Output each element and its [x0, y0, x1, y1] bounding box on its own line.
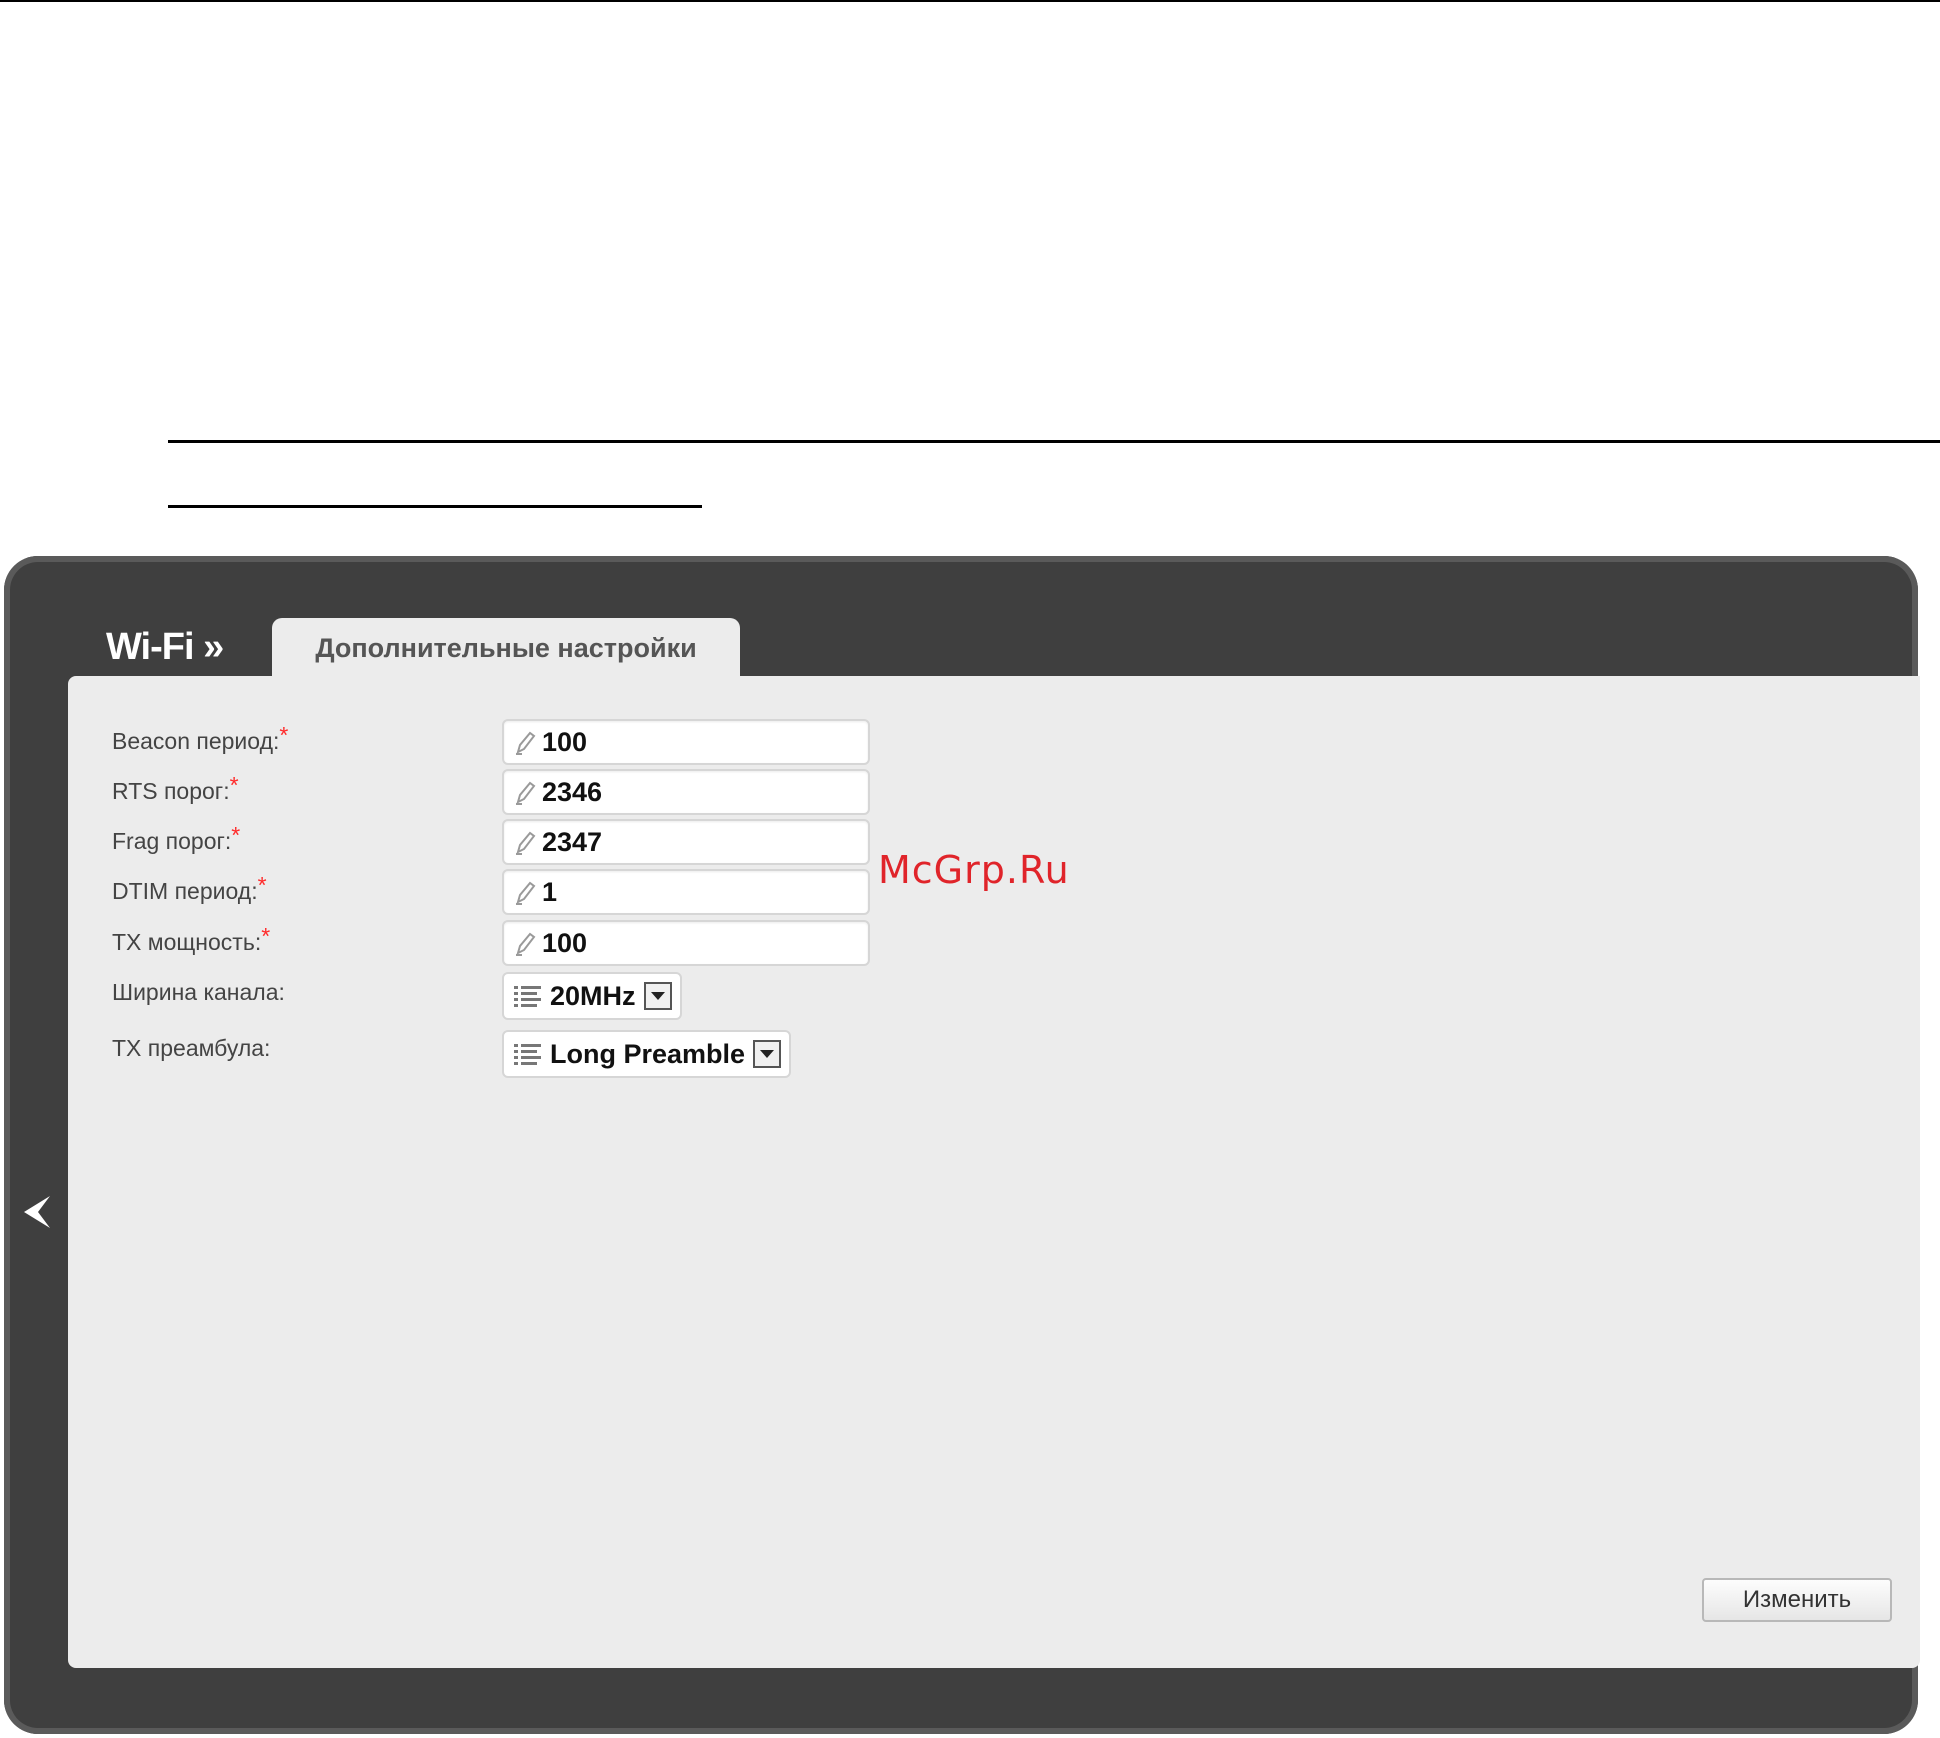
- document-rule-2: [168, 505, 702, 508]
- apply-button[interactable]: Изменить: [1702, 1578, 1892, 1622]
- required-mark: *: [261, 923, 271, 949]
- label-tx-preamble: TX преамбула:: [112, 1035, 271, 1061]
- tx-preamble-value: Long Preamble: [550, 1038, 746, 1069]
- list-icon: [514, 1044, 541, 1065]
- required-mark: *: [231, 822, 241, 848]
- watermark: McGrp.Ru: [878, 848, 1070, 892]
- beacon-period-input[interactable]: [542, 726, 842, 758]
- tx-power-input[interactable]: [542, 927, 842, 959]
- pencil-icon: [516, 731, 536, 755]
- breadcrumb-wifi[interactable]: Wi-Fi »: [106, 626, 224, 669]
- tx-preamble-select[interactable]: Long Preamble: [502, 1030, 792, 1078]
- settings-panel: [68, 676, 1920, 1668]
- label-channel-width: Ширина канала:: [112, 979, 285, 1005]
- label-tx-power: TX мощность:*: [112, 923, 271, 955]
- channel-width-select[interactable]: 20MHz: [502, 972, 682, 1020]
- label-dtim-period: DTIM период:*: [112, 872, 267, 904]
- dtim-period-input[interactable]: [542, 876, 842, 908]
- label-frag-threshold: Frag порог:*: [112, 822, 241, 854]
- list-icon: [514, 986, 541, 1007]
- rts-threshold-input[interactable]: [542, 776, 842, 808]
- chevron-down-icon[interactable]: [753, 1040, 782, 1068]
- label-beacon-period: Beacon период:*: [112, 722, 289, 754]
- pencil-icon: [516, 881, 536, 905]
- required-mark: *: [229, 772, 239, 798]
- frag-threshold-field[interactable]: [502, 819, 870, 865]
- page-top-rule: [0, 0, 1940, 2]
- required-mark: *: [279, 722, 289, 748]
- pencil-icon: [516, 831, 536, 855]
- pencil-icon: [516, 932, 536, 956]
- chevron-left-icon[interactable]: [20, 1192, 54, 1232]
- required-mark: *: [257, 872, 267, 898]
- pencil-icon: [516, 781, 536, 805]
- beacon-period-field[interactable]: [502, 719, 870, 765]
- rts-threshold-field[interactable]: [502, 769, 870, 815]
- tx-power-field[interactable]: [502, 920, 870, 966]
- document-rule-1: [168, 440, 1940, 443]
- dtim-period-field[interactable]: [502, 869, 870, 915]
- frag-threshold-input[interactable]: [542, 826, 842, 858]
- chevron-down-icon[interactable]: [643, 982, 672, 1010]
- label-rts-threshold: RTS порог:*: [112, 772, 239, 804]
- channel-width-value: 20MHz: [550, 980, 636, 1011]
- tab-advanced-settings[interactable]: Дополнительные настройки: [272, 618, 740, 678]
